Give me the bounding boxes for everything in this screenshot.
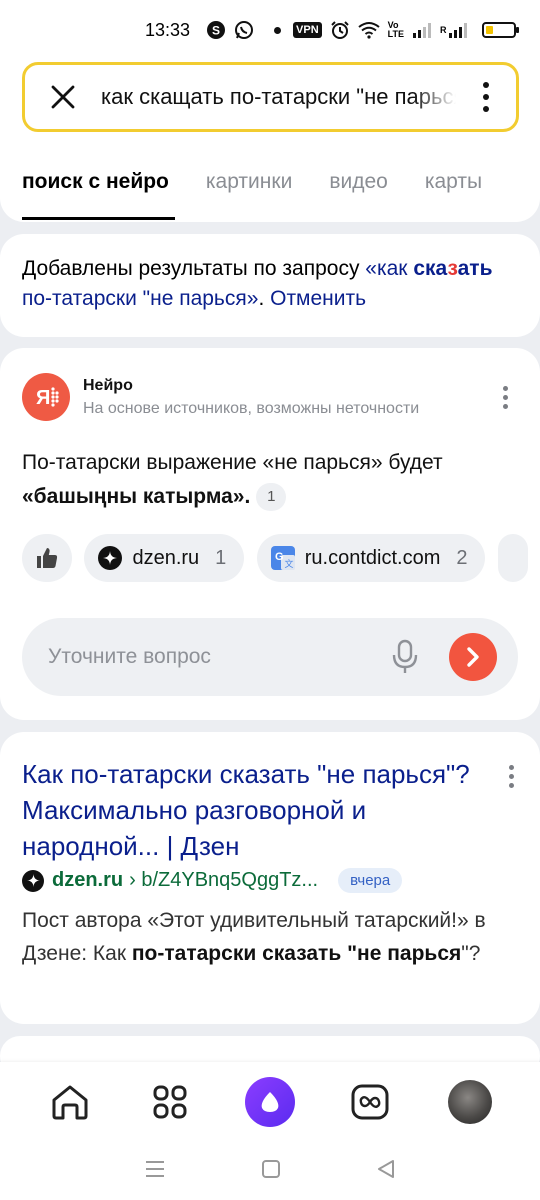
wifi-icon [358, 21, 380, 39]
result-domain[interactable]: dzen.ru [52, 869, 123, 892]
neuro-logo-icon: Я [22, 373, 70, 421]
vpn-icon: VPN [293, 22, 322, 38]
send-arrow-icon[interactable] [449, 633, 497, 681]
followup-placeholder: Уточните вопрос [48, 645, 211, 668]
search-result: Как по-татарски сказать "не парься"? Мак… [0, 732, 540, 1024]
tab-neuro-search[interactable]: поиск с нейро [22, 146, 175, 220]
signal-icon [412, 22, 432, 38]
menu-icon[interactable] [144, 1159, 166, 1184]
services-grid-icon[interactable] [140, 1072, 200, 1132]
alice-icon[interactable] [240, 1072, 300, 1132]
svg-text:S: S [212, 24, 220, 38]
source-chips: dzen.ru 1 G文 ru.contdict.com 2 [22, 534, 540, 582]
svg-text:Я: Я [36, 387, 50, 409]
source-chip-dzen[interactable]: dzen.ru 1 [84, 534, 245, 582]
google-translate-icon: G文 [270, 546, 295, 570]
home-icon[interactable] [40, 1072, 100, 1132]
dzen-icon [98, 546, 123, 570]
cancel-correction-link[interactable]: Отменить [270, 287, 366, 310]
bottom-navigation [0, 1062, 540, 1142]
whatsapp-icon [234, 20, 254, 40]
signal-roaming-icon: R [440, 22, 468, 38]
close-icon[interactable] [25, 65, 101, 129]
avatar[interactable] [440, 1072, 500, 1132]
volte-icon: Vo LTE [387, 20, 405, 39]
svg-text:文: 文 [284, 558, 293, 570]
date-badge: вчера [338, 868, 403, 893]
neuro-answer-card: Я Нейро На основе источников, возможны н… [0, 348, 540, 720]
neuro-title: Нейро [83, 376, 133, 394]
status-bar: 13:33 S VPN Vo LTE R [0, 0, 540, 60]
back-triangle-icon[interactable] [376, 1159, 396, 1184]
followup-question-input[interactable]: Уточните вопрос [22, 618, 518, 696]
notice-text: Добавлены результаты по запросу [22, 257, 366, 280]
microphone-icon[interactable] [385, 637, 425, 677]
home-square-icon[interactable] [261, 1159, 281, 1184]
search-header: как скащать по-татарски "не парься" [0, 60, 540, 146]
battery-icon [481, 22, 519, 38]
result-path[interactable]: › b/Z4YBnq5QggTz... [129, 869, 318, 892]
footnote-badge[interactable]: 1 [256, 483, 287, 512]
result-snippet: Пост автора «Этот удивительный татарский… [22, 909, 486, 965]
tab-maps[interactable]: карты [425, 146, 482, 218]
neuro-subtitle: На основе источников, возможны неточност… [83, 399, 420, 417]
spelling-notice: Добавлены результаты по запросу «как ска… [0, 234, 540, 337]
tab-images[interactable]: картинки [206, 146, 292, 218]
thumbs-up-icon[interactable] [22, 534, 72, 582]
skype-icon: S [206, 20, 226, 40]
result-title-link[interactable]: Как по-татарски сказать "не парься"? Мак… [22, 756, 492, 864]
result-more-icon[interactable] [509, 765, 514, 788]
more-options-icon[interactable] [456, 65, 516, 129]
answer-highlight: «башыңны катырма». [22, 485, 251, 508]
infinity-icon[interactable] [340, 1072, 400, 1132]
clock: 13:33 [145, 19, 191, 40]
tab-video[interactable]: видео [329, 146, 388, 218]
neuro-answer-text: По-татарски выражение «не парься» будет … [22, 446, 540, 514]
search-tabs: поиск с нейро картинки видео карты [0, 146, 540, 222]
dzen-favicon-icon [22, 869, 44, 892]
neuro-more-icon[interactable] [503, 386, 508, 409]
dot-icon [274, 26, 282, 34]
svg-text:G: G [275, 551, 284, 563]
search-input[interactable]: как скащать по-татарски "не парься" [101, 84, 456, 110]
source-chip-more[interactable] [497, 534, 528, 582]
result-url[interactable]: dzen.ru › b/Z4YBnq5QggTz... вчера [22, 868, 403, 893]
source-chip-contdict[interactable]: G文 ru.contdict.com 2 [256, 534, 486, 582]
system-navigation [0, 1142, 540, 1200]
search-bar[interactable]: как скащать по-татарски "не парься" [22, 62, 519, 132]
alarm-icon [330, 20, 350, 40]
